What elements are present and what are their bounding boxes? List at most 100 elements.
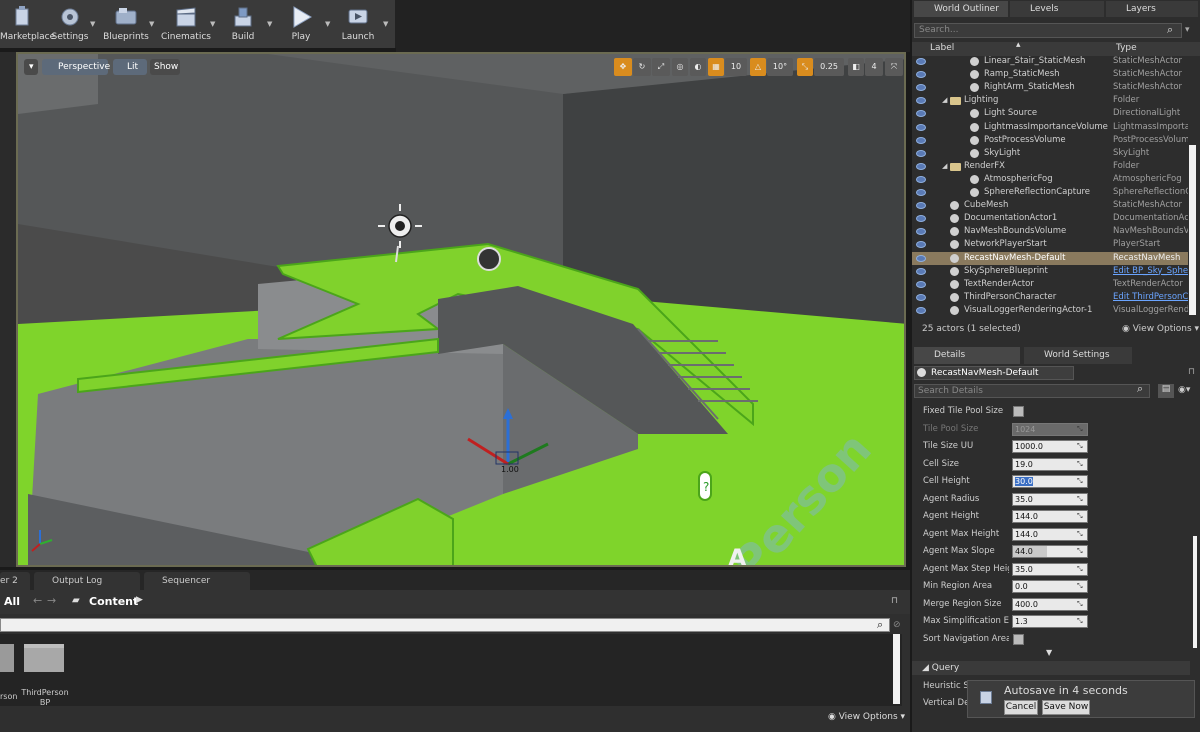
blueprints-button[interactable]: Blueprints [102, 2, 150, 46]
outliner-row[interactable]: Ramp_StaticMesh StaticMeshActor [912, 68, 1188, 81]
rotation-snap-value[interactable]: 10° [767, 58, 793, 76]
property-value-input[interactable]: 0.0 ⤡ [1012, 580, 1088, 593]
asset-scrollbar[interactable] [893, 634, 900, 704]
spin-handle-icon[interactable]: ⤡ [1077, 529, 1085, 540]
asset-view[interactable]: rson ThirdPerson BP [0, 634, 902, 707]
search-icon[interactable]: ⌕ [877, 618, 883, 632]
visibility-eye-icon[interactable] [916, 123, 926, 131]
outliner-row[interactable]: SkySphereBlueprint Edit BP_Sky_Sphe [912, 265, 1188, 278]
lock-icon[interactable]: ⊓ [891, 596, 898, 606]
outliner-row[interactable]: NetworkPlayerStart PlayerStart [912, 238, 1188, 251]
visibility-eye-icon[interactable] [916, 215, 926, 223]
outliner-row[interactable]: Light Source DirectionalLight [912, 107, 1188, 120]
visibility-eye-icon[interactable] [916, 110, 926, 118]
content-path[interactable]: Content [89, 595, 138, 608]
spin-handle-icon[interactable]: ⤡ [1077, 441, 1085, 452]
visibility-eye-icon[interactable] [916, 175, 926, 183]
camera-speed-value[interactable]: 4 [865, 58, 883, 76]
spin-handle-icon[interactable]: ⤡ [1077, 511, 1085, 522]
play-dropdown-icon[interactable]: ▼ [325, 20, 333, 30]
level-viewport[interactable]: 1.00 ? Person A ▾ Perspective Lit Show ✥… [16, 52, 906, 567]
cinematics-button[interactable]: Cinematics [160, 2, 212, 46]
edit-blueprint-link[interactable]: Edit ThirdPersonC [1113, 291, 1188, 304]
outliner-row[interactable]: Linear_Stair_StaticMesh StaticMeshActor [912, 55, 1188, 68]
spin-handle-icon[interactable]: ⤡ [1077, 616, 1085, 627]
visibility-eye-icon[interactable] [916, 267, 926, 275]
outliner-row[interactable]: TextRenderActor TextRenderActor [912, 278, 1188, 291]
path-chevron-icon[interactable]: ▶ [136, 595, 143, 605]
lit-button[interactable]: Lit [113, 59, 147, 75]
visibility-eye-icon[interactable] [916, 84, 926, 92]
visibility-eye-icon[interactable] [916, 293, 926, 301]
viewport-scene[interactable]: 1.00 ? Person A [18, 54, 906, 567]
edit-blueprint-link[interactable]: Edit BP_Sky_Sphe [1113, 265, 1188, 278]
scale-snap-icon[interactable]: ⤡ [797, 58, 813, 76]
query-category-header[interactable]: ◢ Query [912, 661, 1190, 675]
asset-folder-2[interactable] [24, 644, 64, 672]
rotation-snap-icon[interactable]: △ [750, 58, 766, 76]
property-value-input[interactable]: 144.0 ⤡ [1012, 510, 1088, 523]
visibility-eye-icon[interactable] [916, 136, 926, 144]
content-search-input[interactable]: ⌕ [0, 618, 890, 632]
visibility-eye-icon[interactable] [916, 97, 926, 105]
spin-handle-icon[interactable]: ⤡ [1077, 546, 1085, 557]
outliner-row[interactable]: SphereReflectionCapture SphereReflectionC… [912, 186, 1188, 199]
property-checkbox[interactable] [1013, 406, 1024, 417]
filter-icon[interactable]: ▾ [1185, 25, 1190, 35]
property-matrix-icon[interactable]: ▤ [1158, 384, 1174, 398]
visibility-eye-icon[interactable] [916, 189, 926, 196]
visibility-eye-icon[interactable] [916, 202, 926, 210]
visibility-eye-icon[interactable] [916, 241, 926, 249]
property-value-input[interactable]: 400.0 ⤡ [1012, 597, 1088, 611]
search-icon[interactable]: ⌕ [1167, 23, 1173, 36]
spin-handle-icon[interactable]: ⤡ [1077, 581, 1085, 592]
all-label[interactable]: All [4, 595, 20, 608]
visibility-eye-icon[interactable] [916, 149, 926, 157]
translate-tool-icon[interactable]: ✥ [614, 58, 632, 76]
visibility-eye-icon[interactable] [916, 58, 926, 65]
tab-output-log[interactable]: Output Log [34, 572, 140, 590]
outliner-row[interactable]: AtmosphericFog AtmosphericFog [912, 173, 1188, 186]
grid-snap-icon[interactable]: ▦ [708, 58, 724, 76]
folder-expand-icon[interactable]: ◢ [942, 160, 947, 173]
outliner-row[interactable]: ◢ Lighting Folder [912, 94, 1188, 107]
launch-button[interactable]: Launch [336, 2, 380, 46]
rotate-tool-icon[interactable]: ↻ [633, 58, 651, 76]
spin-handle-icon[interactable]: ⤡ [1077, 424, 1085, 435]
save-now-button[interactable]: Save Now [1042, 700, 1090, 715]
outliner-scrollbar[interactable] [1189, 145, 1196, 315]
property-value-input[interactable]: 19.0 ⤡ [1012, 457, 1088, 471]
property-checkbox[interactable] [1013, 633, 1024, 645]
scale-snap-value[interactable]: 0.25 [814, 58, 844, 76]
tab-sequencer[interactable]: Sequencer [144, 572, 250, 590]
property-value-input[interactable]: 35.0 ⤡ [1012, 562, 1088, 576]
reflection-capture-icon[interactable] [477, 247, 501, 271]
cancel-button[interactable]: Cancel [1004, 700, 1038, 715]
cb-view-options[interactable]: ◉ View Options ▾ [828, 712, 905, 722]
visibility-eye-icon[interactable] [916, 71, 926, 79]
column-label[interactable]: Label [930, 43, 954, 53]
outliner-view-options[interactable]: ◉ View Options ▾ [1122, 324, 1199, 334]
search-icon[interactable]: ⌕ [1137, 383, 1143, 395]
back-arrow-icon[interactable]: ← [33, 594, 42, 607]
marketplace-button[interactable]: Marketplace [0, 2, 55, 46]
blueprints-dropdown-icon[interactable]: ▼ [149, 20, 157, 30]
world-local-icon[interactable]: ◎ [672, 58, 688, 76]
visibility-eye-icon[interactable] [916, 254, 926, 262]
camera-speed-icon[interactable]: ◧ [848, 58, 864, 76]
spin-handle-icon[interactable]: ⤡ [1077, 564, 1085, 575]
property-value-input[interactable]: 35.0 ⤡ [1012, 492, 1088, 506]
lock-icon[interactable]: ⊓ [1188, 367, 1195, 377]
details-search-input[interactable]: Search Details ⌕ [914, 383, 1150, 398]
cinematics-dropdown-icon[interactable]: ▼ [210, 20, 218, 30]
tab-world-outliner[interactable]: World Outliner [914, 1, 1008, 17]
forward-arrow-icon[interactable]: → [47, 594, 56, 607]
visibility-eye-icon[interactable] [916, 280, 926, 288]
outliner-row[interactable]: NavMeshBoundsVolume NavMeshBoundsVo [912, 225, 1188, 238]
maximize-viewport-icon[interactable]: ⤧ [885, 58, 903, 76]
expand-arrow-icon[interactable]: ▼ [1046, 648, 1052, 657]
property-value-input[interactable]: 144.0 ⤡ [1012, 527, 1088, 541]
build-dropdown-icon[interactable]: ▼ [267, 20, 275, 30]
outliner-row[interactable]: LightmassImportanceVolume LightmassImport… [912, 121, 1188, 134]
grid-snap-value[interactable]: 10 [725, 58, 747, 76]
